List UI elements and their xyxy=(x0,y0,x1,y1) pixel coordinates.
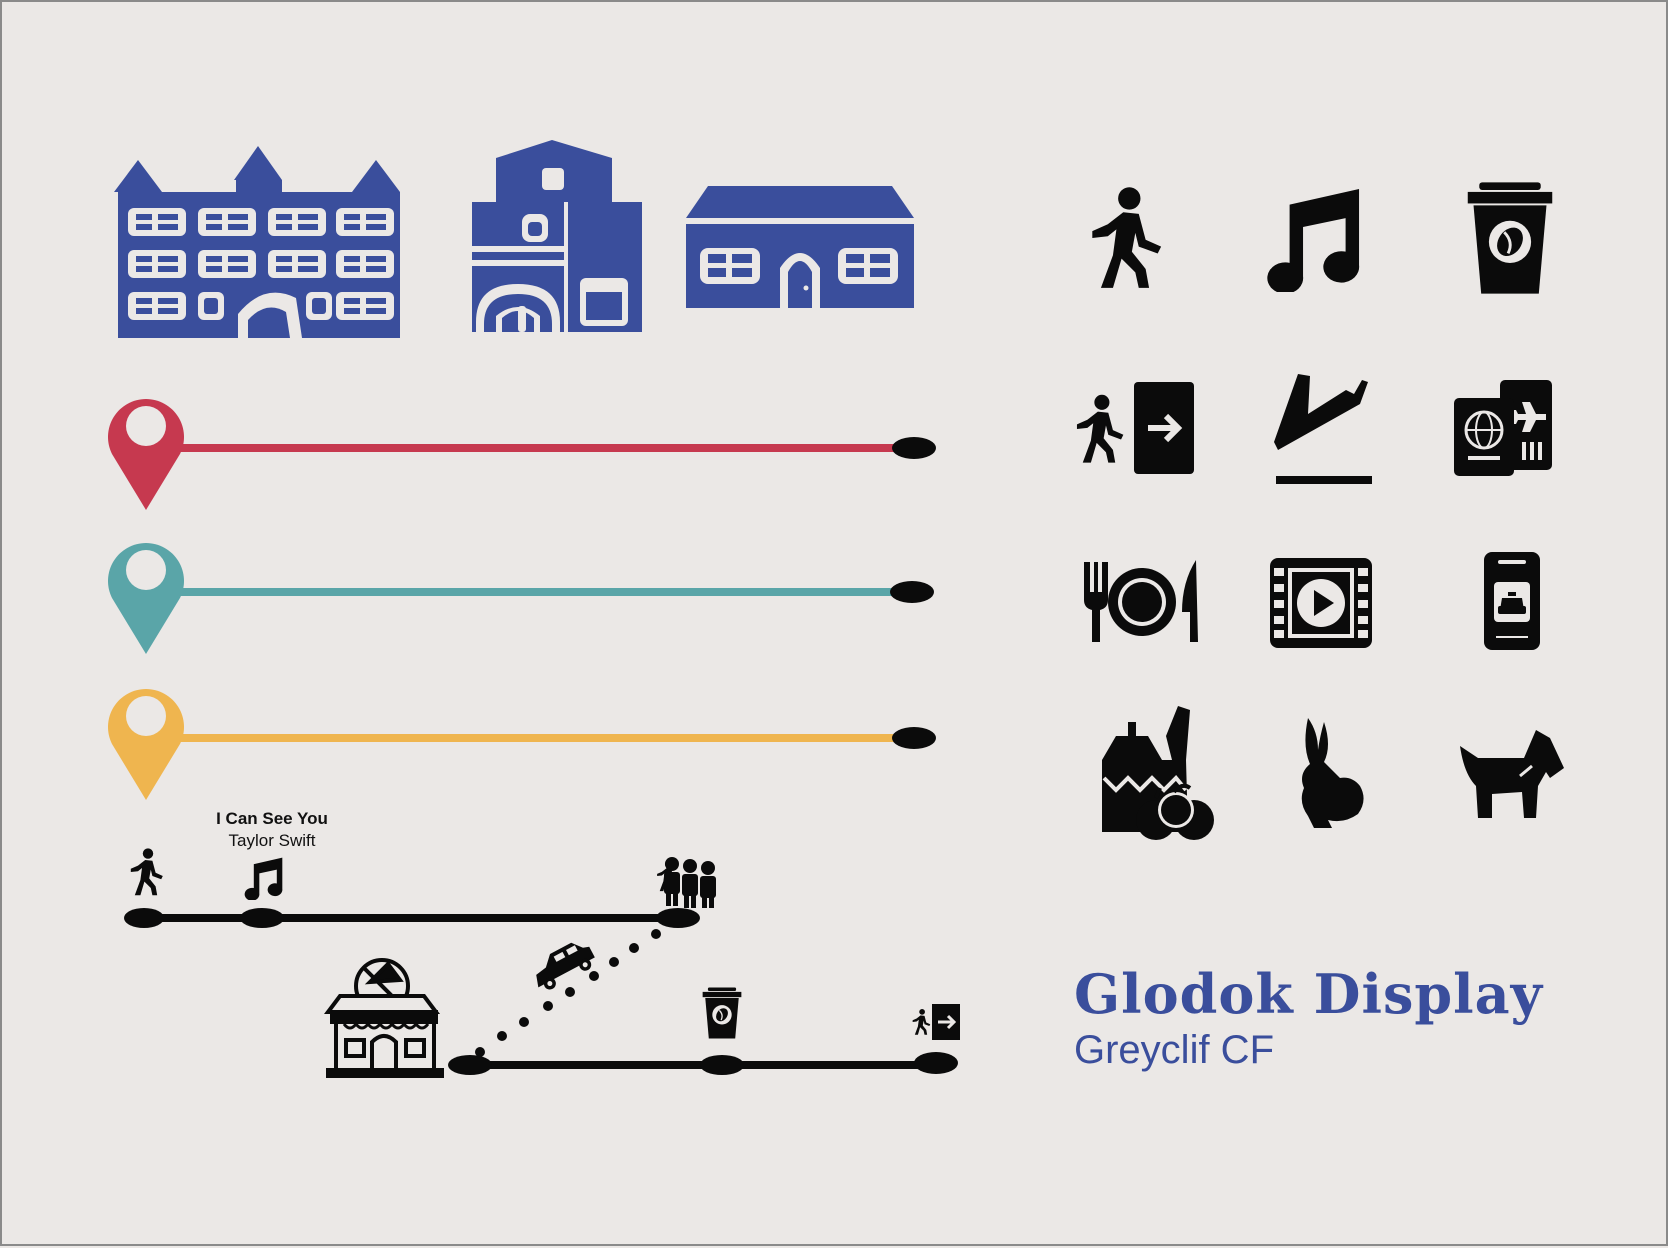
tall-house-icon xyxy=(472,140,642,332)
canvas: I Can See You Taylor Swift Glodok Displa… xyxy=(0,0,1668,1246)
route-end-dot xyxy=(892,437,936,459)
font-specimen: Glodok Display Greyclif CF xyxy=(1074,964,1543,1074)
dog-icon xyxy=(1460,730,1564,818)
crowd-icon xyxy=(657,857,716,908)
song-artist: Taylor Swift xyxy=(228,831,316,850)
taxi-app-icon xyxy=(1484,552,1540,650)
walking-person-icon xyxy=(1092,187,1162,288)
car-icon xyxy=(536,942,595,990)
groceries-icon xyxy=(1102,706,1214,840)
route-yellow xyxy=(107,689,936,800)
music-note-icon xyxy=(244,857,283,900)
route-red xyxy=(108,399,936,510)
journey-timeline xyxy=(124,848,960,1075)
rabbit-icon xyxy=(1301,718,1364,828)
exit-door-icon xyxy=(912,1004,960,1040)
house-icon xyxy=(686,186,914,308)
body-font-name: Greyclif CF xyxy=(1074,1028,1274,1072)
coffee-cup-icon xyxy=(1466,180,1554,296)
coffee-cup-icon xyxy=(701,986,743,1040)
restaurant-icon xyxy=(1084,560,1198,642)
route-end-dot xyxy=(892,727,936,749)
route-teal xyxy=(108,543,934,654)
route-end-dot xyxy=(890,581,934,603)
exit-door-icon xyxy=(1076,382,1194,474)
display-font-name: Glodok Display xyxy=(1074,962,1544,1026)
castle-building-icon xyxy=(114,146,400,338)
airplane-landing-icon xyxy=(1274,374,1372,484)
song-label: I Can See You Taylor Swift xyxy=(162,808,382,852)
song-title: I Can See You xyxy=(216,809,328,828)
pizza-shop-icon xyxy=(324,958,444,1078)
passport-ticket-icon xyxy=(1454,380,1552,476)
video-play-icon xyxy=(1270,558,1372,648)
music-note-icon xyxy=(1267,188,1360,292)
walking-person-icon xyxy=(130,848,163,896)
